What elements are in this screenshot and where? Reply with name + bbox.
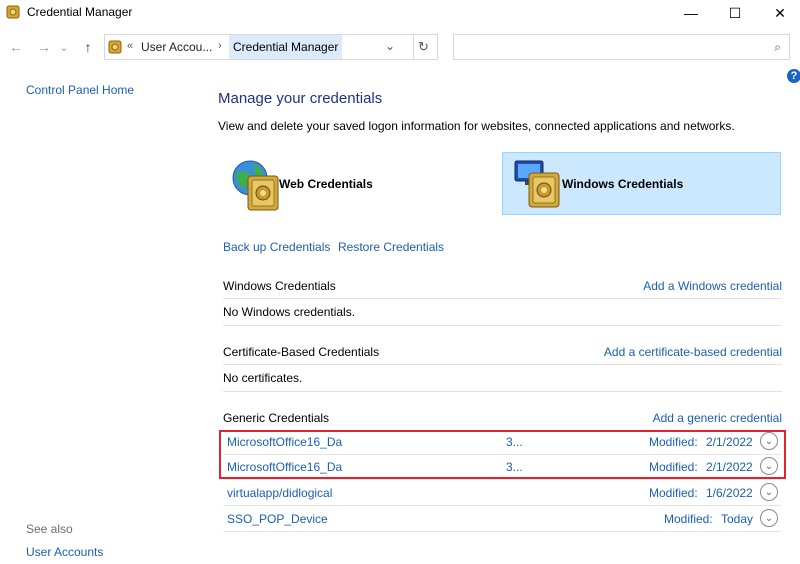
up-button[interactable]: ↑ (78, 37, 98, 57)
minimize-button[interactable]: — (668, 0, 714, 26)
title-bar: Credential Manager — ☐ ✕ (0, 0, 800, 26)
search-input[interactable]: ⌕ (453, 34, 790, 60)
restore-credentials-link[interactable]: Restore Credentials (338, 240, 444, 254)
breadcrumb-separator-icon[interactable]: › (218, 40, 222, 52)
backup-credentials-link[interactable]: Back up Credentials (223, 240, 330, 254)
credential-name: SSO_POP_Device (227, 512, 328, 526)
minimize-icon: — (684, 5, 698, 21)
page-title: Manage your credentials (218, 90, 383, 107)
web-credentials-tile[interactable]: Web Credentials (218, 152, 458, 214)
address-dropdown-icon[interactable]: ⌄ (385, 39, 395, 53)
windows-credentials-tile[interactable]: Windows Credentials (502, 152, 781, 215)
row-divider (223, 479, 781, 480)
divider (223, 391, 782, 392)
address-bar[interactable]: « User Accou... › Credential Manager ⌄ ↻ (104, 34, 438, 60)
chevron-down-icon: ⌄ (59, 41, 69, 54)
expand-chevron-icon[interactable]: ⌄ (760, 483, 778, 501)
user-accounts-link[interactable]: User Accounts (26, 545, 103, 559)
web-credentials-label: Web Credentials (279, 177, 373, 191)
back-button[interactable]: ← (6, 37, 26, 57)
generic-credentials-heading: Generic Credentials (223, 411, 330, 425)
maximize-icon: ☐ (728, 4, 742, 21)
forward-arrow-icon: → (37, 39, 51, 55)
up-arrow-icon: ↑ (84, 39, 92, 55)
certificate-credentials-heading: Certificate-Based Credentials (223, 345, 380, 359)
forward-button[interactable]: → (34, 37, 54, 57)
divider (223, 298, 782, 299)
add-certificate-credential-link[interactable]: Add a certificate-based credential (604, 345, 782, 359)
breadcrumb-credential-manager[interactable]: Credential Manager (229, 35, 343, 59)
credential-name: virtualapp/didlogical (227, 486, 333, 500)
control-panel-home-link[interactable]: Control Panel Home (26, 83, 134, 97)
modified-label: Modified: (664, 512, 713, 526)
modified-label: Modified: (649, 486, 698, 500)
window-title: Credential Manager (27, 5, 133, 19)
add-windows-credential-link[interactable]: Add a Windows credential (643, 279, 782, 293)
breadcrumb-user-accounts[interactable]: User Accou... (141, 40, 212, 54)
row-divider (223, 531, 781, 532)
breadcrumb-overflow-icon[interactable]: « (127, 40, 133, 52)
windows-credentials-heading: Windows Credentials (223, 279, 336, 293)
control-panel-icon (108, 40, 122, 54)
search-icon: ⌕ (774, 40, 781, 54)
highlight-annotation-box (219, 430, 786, 479)
no-windows-credentials-text: No Windows credentials. (223, 305, 356, 319)
divider (223, 325, 782, 326)
refresh-icon[interactable]: ↻ (418, 39, 429, 55)
page-description: View and delete your saved logon informa… (218, 119, 735, 133)
recent-locations-button[interactable]: ⌄ (58, 37, 70, 57)
back-arrow-icon: ← (9, 39, 23, 55)
maximize-button[interactable]: ☐ (712, 0, 758, 26)
credential-row[interactable]: SSO_POP_Device Modified: Today ⌄ (223, 508, 783, 532)
help-icon[interactable]: ? (787, 69, 800, 83)
no-certificates-text: No certificates. (223, 371, 303, 385)
address-divider (413, 35, 414, 59)
see-also-label: See also (26, 522, 73, 536)
close-icon: ✕ (774, 4, 786, 21)
modified-date: Today (721, 512, 754, 526)
credential-manager-icon (6, 5, 20, 19)
credential-row[interactable]: virtualapp/didlogical Modified: 1/6/2022… (223, 482, 783, 506)
monitor-safe-icon (514, 160, 560, 208)
divider (223, 364, 782, 365)
add-generic-credential-link[interactable]: Add a generic credential (653, 411, 782, 425)
modified-date: 1/6/2022 (706, 486, 753, 500)
close-button[interactable]: ✕ (757, 0, 800, 26)
windows-credentials-label: Windows Credentials (562, 177, 684, 191)
row-divider (223, 505, 781, 506)
expand-chevron-icon[interactable]: ⌄ (760, 509, 778, 527)
